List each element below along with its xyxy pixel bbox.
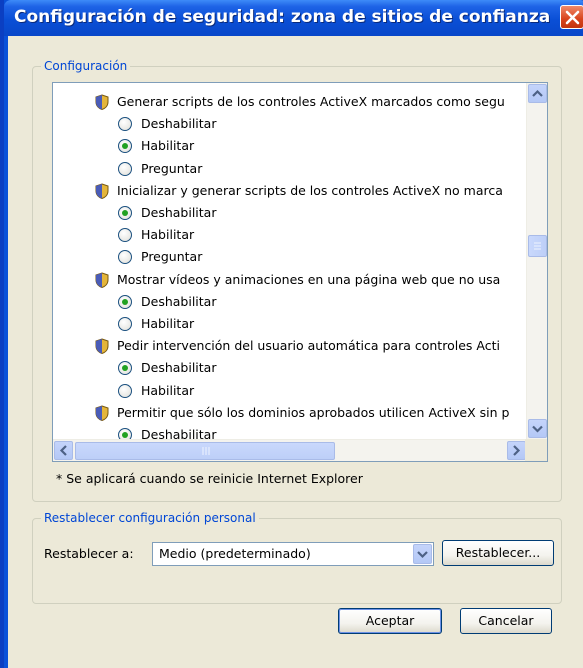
chevron-left-icon	[59, 445, 67, 456]
grip-icon	[202, 447, 210, 455]
cancel-button[interactable]: Cancelar	[460, 608, 552, 634]
setting-option-label: Habilitar	[141, 382, 195, 398]
vertical-scrollbar[interactable]	[526, 83, 547, 439]
radio-button[interactable]	[118, 206, 132, 220]
setting-category: Mostrar vídeos y animaciones en una pági…	[53, 269, 527, 291]
shield-icon	[95, 405, 109, 421]
radio-button[interactable]	[118, 228, 132, 243]
setting-option-label: Preguntar	[141, 249, 203, 265]
ok-button[interactable]: Aceptar	[338, 608, 442, 634]
settings-group-legend: Configuración	[41, 59, 131, 73]
setting-option[interactable]: Preguntar	[53, 158, 527, 180]
radio-button[interactable]	[118, 250, 132, 265]
horizontal-scrollbar[interactable]	[53, 439, 527, 461]
radio-button[interactable]	[118, 117, 132, 132]
shield-icon	[95, 94, 109, 110]
shield-icon	[95, 272, 109, 288]
scroll-up-button[interactable]	[528, 84, 547, 103]
reset-group-legend: Restablecer configuración personal	[41, 511, 259, 525]
scroll-left-button[interactable]	[54, 441, 73, 460]
setting-category-label: Permitir que sólo los dominios aprobados…	[117, 404, 510, 420]
shield-icon	[95, 183, 109, 199]
scroll-right-button[interactable]	[507, 441, 526, 460]
setting-option-label: Deshabilitar	[141, 360, 217, 376]
grip-icon	[534, 242, 541, 250]
scroll-down-button[interactable]	[528, 419, 547, 438]
setting-option[interactable]: Habilitar	[53, 135, 527, 157]
scrollbar-corner	[525, 439, 547, 461]
setting-category: Permitir que sólo los dominios aprobados…	[53, 402, 527, 424]
setting-option-label: Deshabilitar	[141, 427, 217, 439]
radio-button[interactable]	[118, 383, 132, 398]
setting-category-label: Generar scripts de los controles ActiveX…	[117, 94, 505, 109]
horizontal-scroll-thumb[interactable]	[75, 442, 335, 460]
close-icon	[565, 10, 580, 25]
setting-category: Inicializar y generar scripts de los con…	[53, 180, 527, 202]
setting-category: Generar scripts de los controles ActiveX…	[53, 91, 527, 113]
setting-category-label: Mostrar vídeos y animaciones en una pági…	[117, 271, 501, 287]
radio-button[interactable]	[118, 139, 132, 154]
radio-button[interactable]	[118, 428, 132, 439]
setting-option[interactable]: Deshabilitar	[53, 424, 527, 439]
radio-button[interactable]	[118, 294, 132, 309]
chevron-down-icon	[532, 425, 543, 433]
setting-option-label: Habilitar	[141, 138, 195, 154]
radio-button[interactable]	[118, 361, 132, 376]
setting-option-label: Deshabilitar	[141, 205, 217, 220]
setting-option-label: Deshabilitar	[141, 293, 217, 309]
setting-option[interactable]: Habilitar	[53, 313, 527, 335]
shield-icon	[95, 338, 109, 355]
setting-option-label: Habilitar	[141, 316, 195, 331]
reset-to-label: Restablecer a:	[44, 546, 134, 561]
vertical-scroll-thumb[interactable]	[528, 235, 547, 258]
setting-option[interactable]: Deshabilitar	[53, 113, 527, 135]
radio-button[interactable]	[118, 317, 132, 331]
chevron-down-icon	[417, 551, 428, 559]
reset-button[interactable]: Restablecer...	[442, 540, 554, 566]
chevron-right-icon	[513, 445, 521, 456]
title-bar[interactable]: Configuración de seguridad: zona de siti…	[4, 0, 583, 36]
setting-category-label: Pedir intervención del usuario automátic…	[117, 338, 500, 354]
setting-option[interactable]: Preguntar	[53, 246, 527, 268]
reset-level-select[interactable]: Medio (predeterminado)	[152, 542, 434, 566]
setting-option[interactable]: Deshabilitar	[53, 202, 527, 224]
reset-level-value: Medio (predeterminado)	[159, 546, 311, 561]
chevron-up-icon	[532, 89, 543, 97]
security-settings-dialog: Configuración de seguridad: zona de siti…	[0, 0, 583, 668]
setting-option[interactable]: Deshabilitar	[53, 291, 527, 313]
setting-option[interactable]: Habilitar	[53, 380, 527, 402]
setting-category: Pedir intervención del usuario automátic…	[53, 335, 527, 357]
settings-list-panel: Generar scripts de los controles ActiveX…	[52, 82, 548, 462]
dialog-client-area: Configuración Generar scripts de los con…	[8, 36, 583, 668]
close-button[interactable]	[560, 5, 583, 29]
dropdown-button[interactable]	[413, 544, 432, 564]
setting-option[interactable]: Habilitar	[53, 224, 527, 246]
setting-option[interactable]: Deshabilitar	[53, 357, 527, 379]
setting-category-label: Inicializar y generar scripts de los con…	[117, 182, 503, 198]
setting-option-label: Habilitar	[141, 227, 195, 243]
window-title: Configuración de seguridad: zona de siti…	[14, 7, 551, 27]
radio-button[interactable]	[118, 161, 132, 176]
setting-option-label: Preguntar	[141, 160, 203, 176]
settings-list[interactable]: Generar scripts de los controles ActiveX…	[53, 83, 527, 439]
restart-note: * Se aplicará cuando se reinicie Interne…	[56, 471, 363, 486]
setting-option-label: Deshabilitar	[141, 116, 217, 132]
